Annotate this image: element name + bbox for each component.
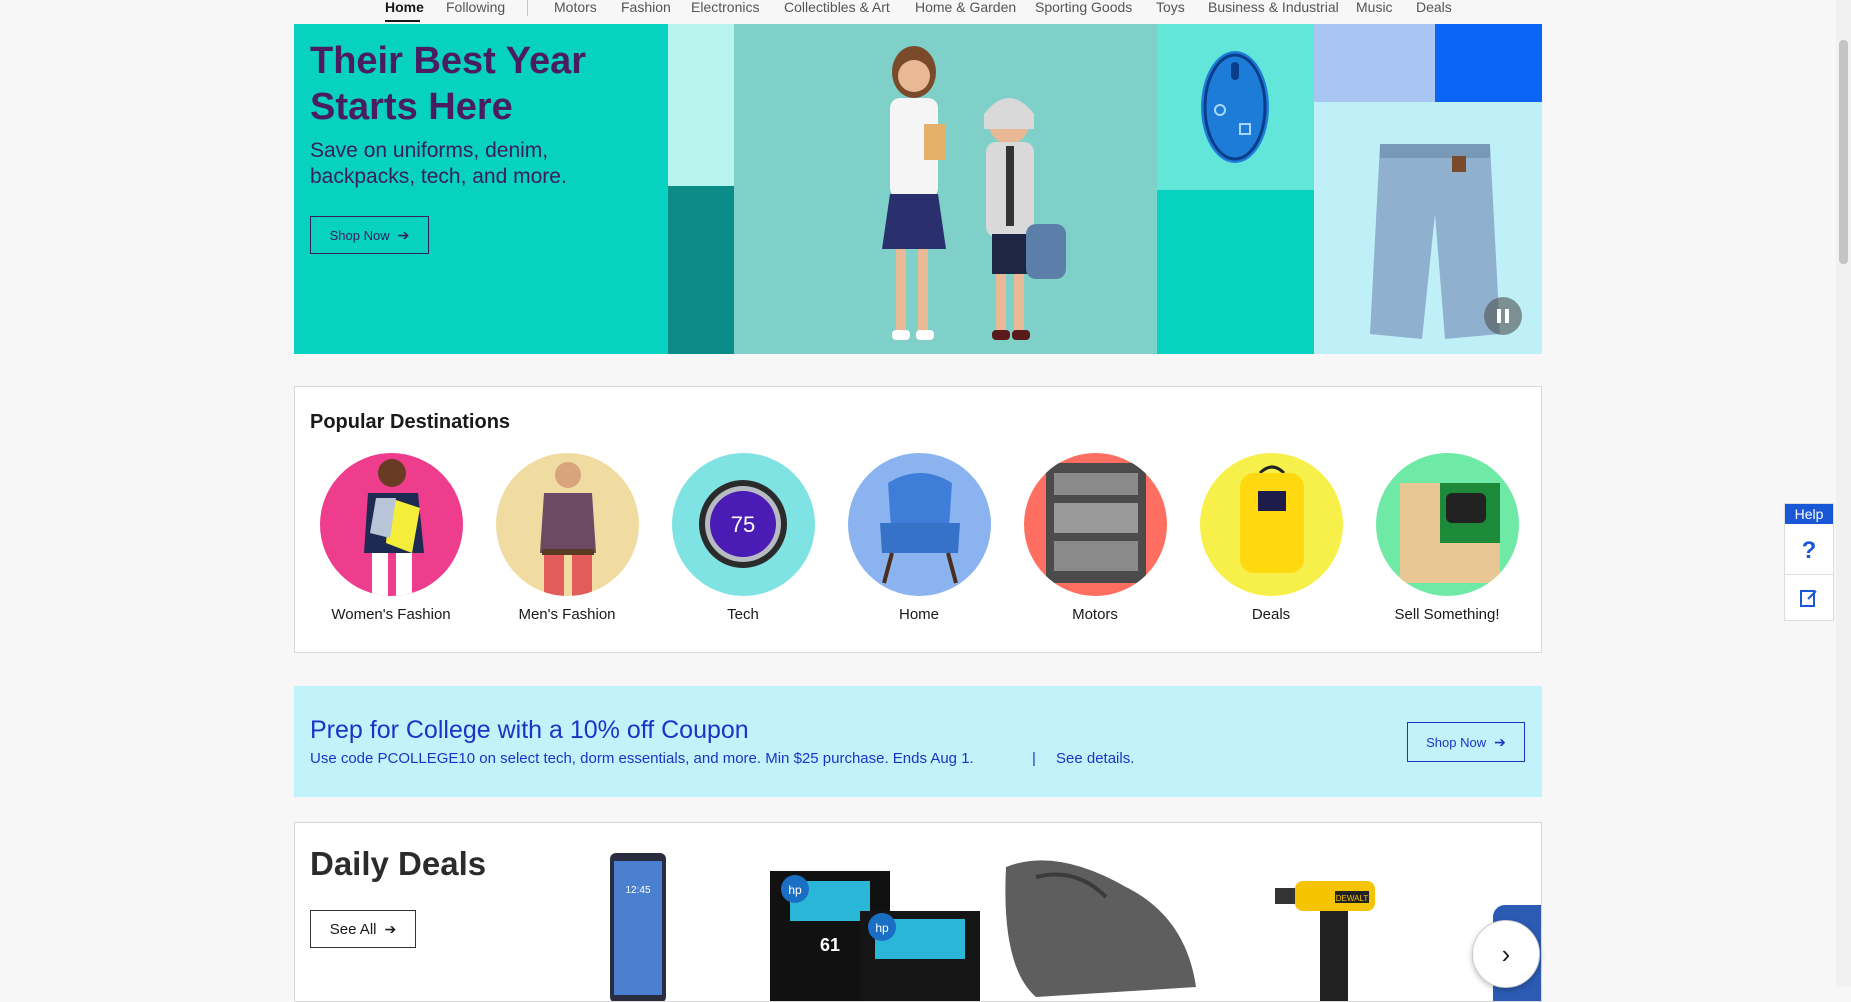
destination-label: Women's Fashion — [331, 606, 451, 623]
destination-tech[interactable]: 75 Tech — [658, 453, 828, 623]
hp-logo-text-2: hp — [875, 921, 889, 935]
destination-label: Home — [898, 606, 939, 623]
destination-motors[interactable]: Motors — [1010, 453, 1180, 623]
hero-title: Their Best Year Starts Here — [310, 40, 587, 128]
hero-shop-now-button[interactable]: Shop Now ➔ — [310, 216, 429, 254]
popular-destinations: Popular Destinations Women's Fashion Men… — [294, 386, 1542, 653]
svg-text:75: 75 — [730, 512, 754, 537]
destination-deals[interactable]: Deals — [1186, 453, 1356, 623]
toolkit-image — [1023, 453, 1167, 596]
nav-home-garden[interactable]: Home & Garden — [915, 0, 1016, 14]
help-widget: Help ? — [1784, 503, 1834, 621]
daily-deals-title: Daily Deals — [310, 845, 487, 882]
destination-label: Sell Something! — [1394, 606, 1500, 623]
hero-subtitle: Save on uniforms, denim, backpacks, tech… — [310, 139, 567, 188]
see-all-button[interactable]: See All ➔ — [310, 910, 416, 948]
nav-toys[interactable]: Toys — [1156, 0, 1185, 14]
scrollbar-thumb[interactable] — [1839, 40, 1848, 264]
womens-fashion-image — [319, 453, 463, 596]
pause-button[interactable] — [1484, 297, 1522, 335]
feedback-button[interactable] — [1785, 574, 1833, 621]
ink-number: 61 — [820, 935, 840, 955]
nav-fashion[interactable]: Fashion — [621, 0, 671, 14]
nav-music[interactable]: Music — [1356, 0, 1393, 14]
help-question-button[interactable]: ? — [1785, 528, 1833, 574]
nav-sporting-goods[interactable]: Sporting Goods — [1035, 0, 1132, 14]
hp-logo-text: hp — [788, 883, 802, 897]
nav-home[interactable]: Home — [385, 0, 424, 14]
destination-label: Tech — [727, 606, 759, 623]
nav-deals[interactable]: Deals — [1416, 0, 1452, 14]
destination-label: Men's Fashion — [518, 606, 616, 623]
mens-fashion-image — [495, 453, 639, 596]
arrow-right-icon: ➔ — [397, 226, 410, 243]
destination-home[interactable]: Home — [834, 453, 1004, 623]
chevron-right-icon: › — [1501, 938, 1511, 969]
nav-electronics[interactable]: Electronics — [691, 0, 759, 14]
popular-destinations-title: Popular Destinations — [310, 411, 511, 433]
destination-sell-something[interactable]: Sell Something! — [1362, 453, 1532, 623]
nav-active-underline — [385, 20, 420, 22]
arrow-right-icon: ➔ — [1494, 733, 1506, 750]
see-details-link[interactable]: See details. — [1056, 750, 1134, 767]
backpack-image — [1199, 453, 1343, 596]
coupon-subtitle: Use code PCOLLEGE10 on select tech, dorm… — [310, 750, 974, 767]
nav-motors[interactable]: Motors — [554, 0, 597, 14]
hero-shop-now-label: Shop Now — [329, 227, 390, 243]
coupon-title: Prep for College with a 10% off Coupon — [310, 716, 749, 744]
coupon-separator: | — [1032, 750, 1036, 767]
nav-business-industrial[interactable]: Business & Industrial — [1208, 0, 1339, 14]
question-icon: ? — [1801, 537, 1817, 564]
dewalt-logo-text: DEWALT — [1336, 894, 1369, 903]
destination-label: Motors — [1072, 606, 1118, 623]
destination-mens-fashion[interactable]: Men's Fashion — [482, 453, 652, 623]
help-tab[interactable]: Help — [1785, 504, 1833, 524]
nav-divider — [527, 0, 528, 16]
college-coupon-banner: Prep for College with a 10% off Coupon U… — [294, 686, 1542, 797]
nav-collectibles-art[interactable]: Collectibles & Art — [784, 0, 890, 14]
daily-deals: Daily Deals See All ➔ 12:45 hp 61 hp DEW… — [294, 822, 1542, 1002]
destination-label: Deals — [1251, 606, 1291, 623]
see-all-label: See All — [329, 920, 377, 938]
nav-following[interactable]: Following — [446, 0, 505, 14]
coupon-shop-now-button[interactable]: Shop Now ➔ — [1407, 722, 1525, 762]
box-image — [1375, 453, 1519, 596]
feedback-icon — [1800, 590, 1817, 607]
carousel-next-button[interactable]: › — [1472, 920, 1540, 988]
tablet-clock: 12:45 — [625, 885, 650, 896]
thermostat-image: 75 — [671, 453, 815, 596]
hero-banner[interactable]: Their Best Year Starts Here Save on unif… — [294, 24, 1542, 354]
pause-bar-right — [1505, 309, 1509, 323]
armchair-image — [847, 453, 991, 596]
top-nav: Home Following Motors Fashion Electronic… — [0, 0, 1851, 24]
pause-bar-left — [1497, 309, 1501, 323]
destination-womens-fashion[interactable]: Women's Fashion — [306, 453, 476, 623]
arrow-right-icon: ➔ — [384, 920, 397, 937]
coupon-shop-now-label: Shop Now — [1426, 734, 1487, 750]
